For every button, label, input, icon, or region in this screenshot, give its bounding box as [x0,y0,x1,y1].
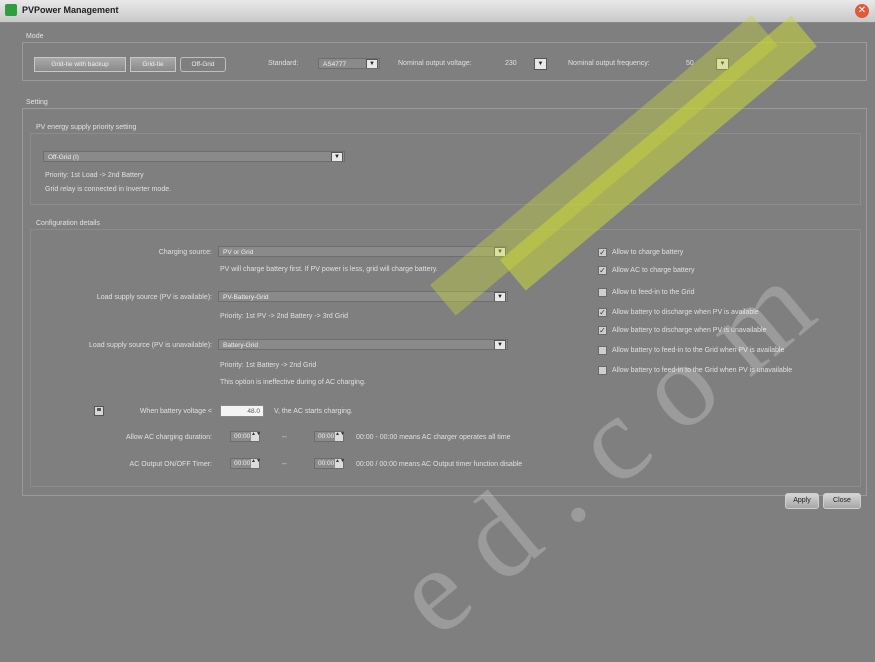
pv-priority-panel [30,133,861,205]
ac-charging-start-value: 00:00 [234,433,251,440]
chevron-down-icon[interactable]: ▼ [494,292,506,301]
standard-label: Standard: [268,60,299,67]
checkbox[interactable]: ✓ [598,266,607,275]
checkbox[interactable]: ✓ [598,308,607,317]
battery-voltage-input[interactable]: 48.0 [220,405,264,417]
title-bar: PVPower Management ✕ [0,0,875,23]
ac-output-start[interactable]: 00:00 ▲▼ [230,458,261,469]
checkbox[interactable] [598,346,607,355]
chevron-down-icon[interactable]: ▼ [331,152,343,161]
ac-charging-end-value: 00:00 [318,433,335,440]
spin-icon[interactable]: ▲▼ [251,432,261,441]
ac-charging-desc: 00:00 - 00:00 means AC charger operates … [356,434,511,441]
off-grid-button[interactable]: Off-Grid [180,57,226,72]
spin-icon[interactable]: ▲▼ [335,459,345,468]
ac-charging-start[interactable]: 00:00 ▲▼ [230,431,261,442]
config-legend: Configuration details [36,220,100,227]
checkbox-label: Allow AC to charge battery [612,267,695,274]
nominal-voltage-value: 230 [505,60,517,67]
load-supply-pv-value: PV-Battery-Grid [223,294,269,301]
ac-output-start-value: 00:00 [234,460,251,467]
ac-charging-end[interactable]: 00:00 ▲▼ [314,431,345,442]
checkbox[interactable]: ✓ [598,326,607,335]
checkbox[interactable]: ✓ [598,248,607,257]
close-icon[interactable]: ✕ [855,4,869,18]
nominal-voltage-dropdown[interactable]: ▼ [534,58,547,70]
battery-voltage-unit: V, the AC starts charging. [274,408,353,415]
spin-icon[interactable]: ▲▼ [251,459,261,468]
nominal-frequency-label: Nominal output frequency: [568,60,650,67]
ac-output-end-value: 00:00 [318,460,335,467]
ac-output-end[interactable]: 00:00 ▲▼ [314,458,345,469]
battery-voltage-label: When battery voltage < [139,408,212,415]
standard-value: AS4777 [323,61,347,68]
spin-icon[interactable]: ▲▼ [335,432,345,441]
charging-source-label: Charging source: [158,249,212,256]
load-supply-nopv-desc1: Priority: 1st Battery -> 2nd Grid [220,362,317,369]
ac-charging-label: Allow AC charging duration: [126,434,212,441]
chevron-down-icon[interactable]: ▼ [494,340,506,349]
load-supply-nopv-value: Battery-Grid [223,342,259,349]
charging-source-desc: PV will charge battery first. If PV powe… [220,266,438,273]
standard-select[interactable]: AS4777 ▼ [318,58,380,69]
window-title: PVPower Management [22,5,119,15]
pv-priority-value: Off-Grid (I) [48,154,79,161]
mode-legend: Mode [26,33,44,40]
checkbox[interactable] [598,288,607,297]
ac-output-sep: -- [282,461,287,468]
save-icon[interactable] [94,406,104,416]
load-supply-pv-desc: Priority: 1st PV -> 2nd Battery -> 3rd G… [220,313,348,320]
pv-priority-line1: Priority: 1st Load -> 2nd Battery [45,172,144,179]
chevron-down-icon[interactable]: ▼ [366,59,378,68]
ac-output-label: AC Output ON/OFF Timer: [129,461,212,468]
grid-tie-backup-button[interactable]: Grid-tie with backup [34,57,126,72]
load-supply-pv-label: Load supply source (PV is available): [96,294,212,301]
close-button[interactable]: Close [823,493,861,509]
pv-priority-legend: PV energy supply priority setting [36,124,137,131]
nominal-voltage-label: Nominal output voltage: [398,60,472,67]
ac-charging-sep: -- [282,434,287,441]
load-supply-nopv-desc2: This option is ineffective during of AC … [220,379,366,386]
charging-source-value: PV or Grid [223,249,254,256]
app-icon [5,4,17,16]
pv-priority-line2: Grid relay is connected in Inverter mode… [45,186,172,193]
load-supply-nopv-label: Load supply source (PV is unavailable): [89,342,212,349]
load-supply-nopv-select[interactable]: Battery-Grid ▼ [218,339,508,350]
grid-tie-button[interactable]: Grid-tie [130,57,176,72]
setting-legend: Setting [26,99,48,106]
pv-priority-select[interactable]: Off-Grid (I) ▼ [43,151,345,162]
checkbox-label: Allow to charge battery [612,249,684,256]
apply-button[interactable]: Apply [785,493,819,509]
